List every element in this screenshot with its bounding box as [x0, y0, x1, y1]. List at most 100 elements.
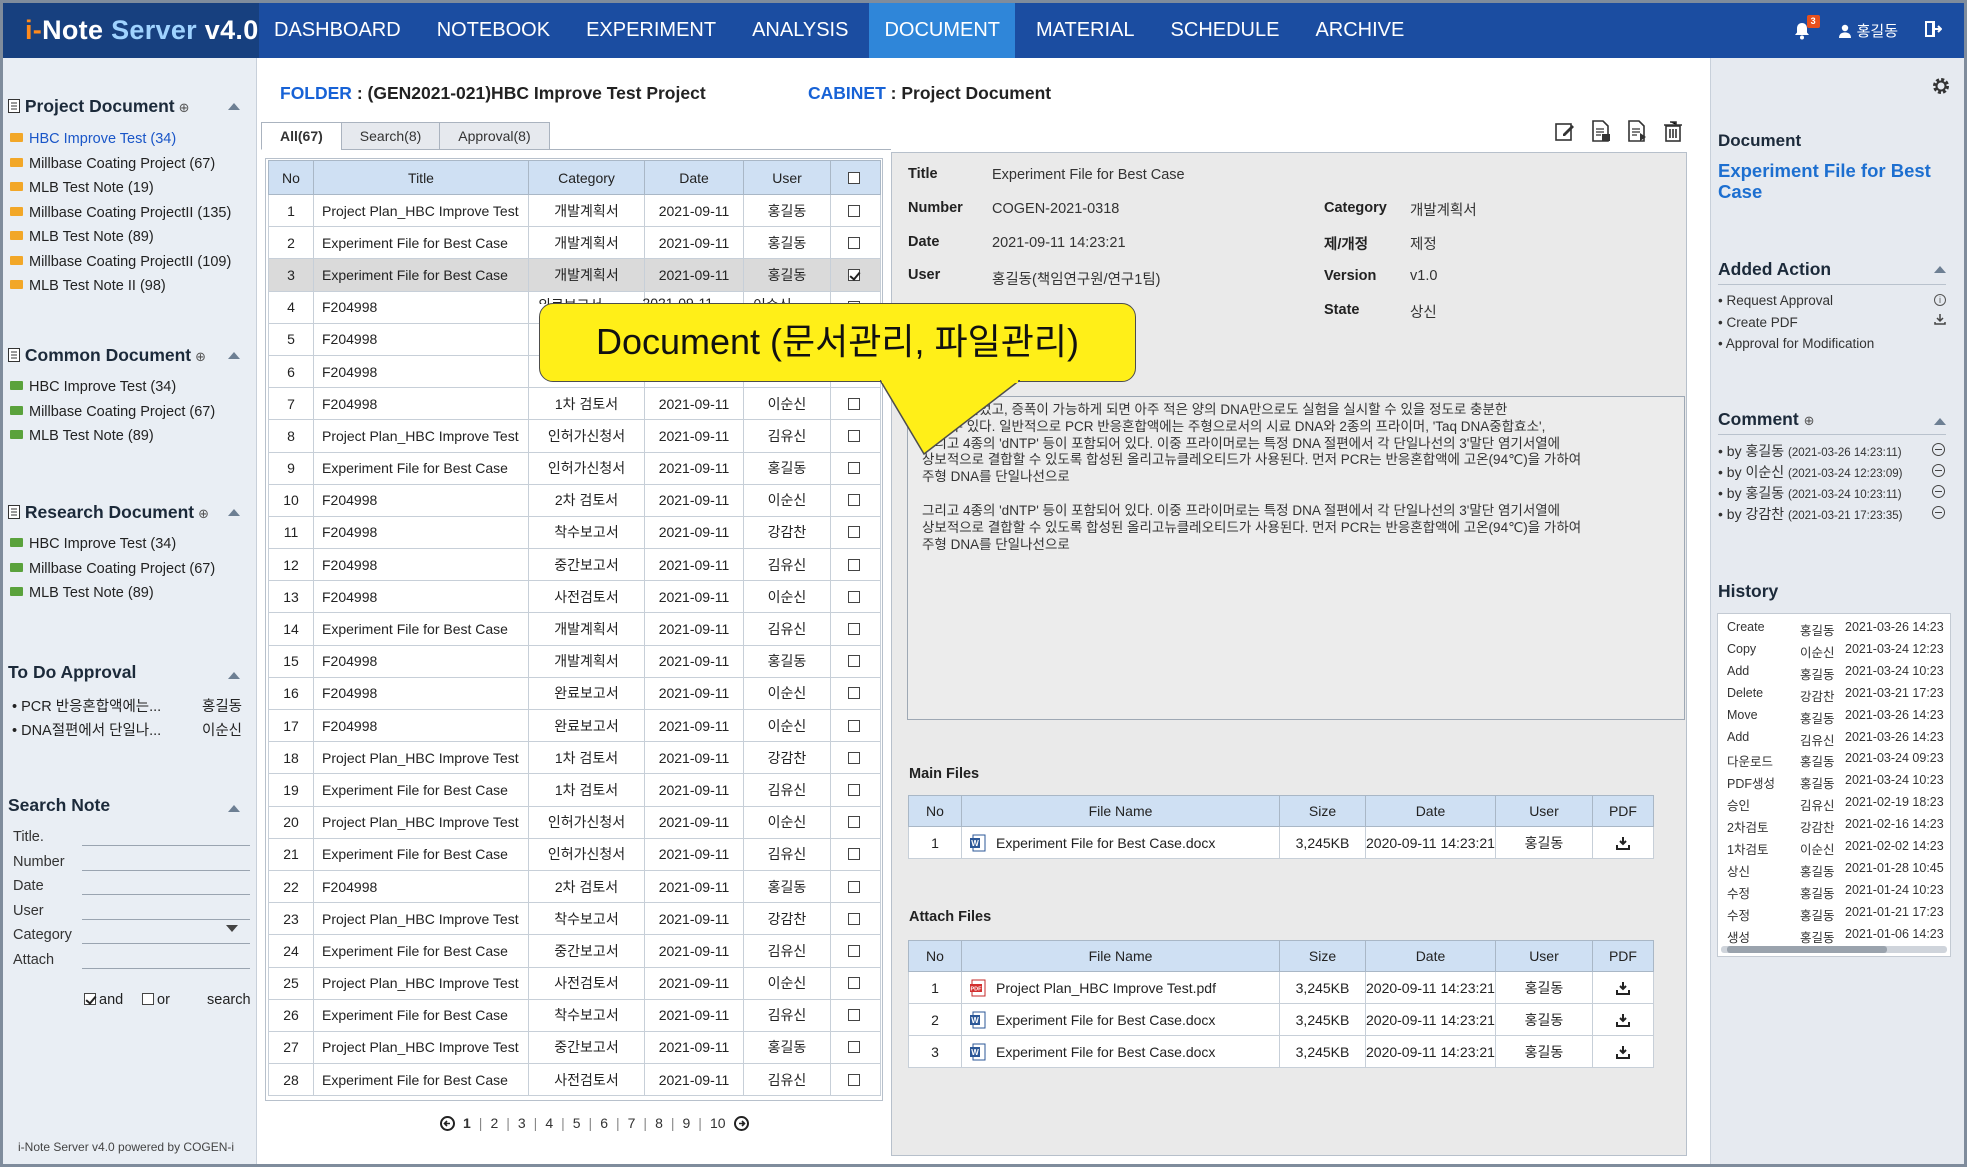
page-link[interactable]: 3: [518, 1115, 526, 1131]
folder-item[interactable]: HBC Improve Test (34): [10, 379, 176, 395]
table-row[interactable]: 21 Experiment File for Best Case 인허가신청서 202…: [268, 837, 881, 871]
row-checkbox[interactable]: [848, 848, 860, 861]
logout-icon[interactable]: [1924, 20, 1943, 42]
row-title[interactable]: F204998: [313, 644, 529, 678]
download-icon[interactable]: [1615, 981, 1631, 997]
row-checkbox[interactable]: [848, 751, 860, 764]
scrollbar-thumb[interactable]: [1727, 946, 1887, 953]
table-row[interactable]: 17 F204998 완료보고서 2021-09-11 이순신: [268, 708, 881, 743]
page-link[interactable]: 9: [683, 1115, 691, 1131]
tab-search[interactable]: Search(8): [340, 122, 441, 150]
row-select[interactable]: [830, 805, 881, 839]
table-row[interactable]: 23 Project Plan_HBC Improve Test 착수보고서 2021…: [268, 902, 881, 936]
row-checkbox[interactable]: [848, 558, 860, 571]
row-title[interactable]: Experiment File for Best Case: [313, 1063, 529, 1097]
and-checkbox[interactable]: [84, 993, 96, 1005]
row-title[interactable]: Experiment File for Best Case: [313, 837, 529, 871]
action-item[interactable]: • Request Approval: [1718, 293, 1833, 308]
row-select[interactable]: [830, 515, 881, 550]
row-checkbox[interactable]: [848, 236, 860, 249]
nav-schedule[interactable]: SCHEDULE: [1156, 3, 1295, 58]
row-checkbox[interactable]: [848, 204, 860, 217]
folder-item[interactable]: MLB Test Note II (98): [10, 278, 166, 294]
row-title[interactable]: Project Plan_HBC Improve Test: [313, 419, 529, 453]
user-menu[interactable]: 홍길동: [1838, 20, 1898, 41]
search-field-input[interactable]: [82, 845, 250, 846]
row-title[interactable]: F204998: [313, 676, 529, 711]
folder-item[interactable]: MLB Test Note (89): [10, 428, 154, 444]
page-link[interactable]: 4: [545, 1115, 553, 1131]
table-row[interactable]: 13 F204998 사전검토서 2021-09-11 이순신: [268, 580, 881, 614]
next-page-icon[interactable]: [733, 1115, 749, 1131]
row-title[interactable]: F204998: [313, 708, 529, 743]
row-checkbox[interactable]: [848, 816, 860, 829]
row-title[interactable]: Experiment File for Best Case: [313, 226, 529, 260]
column-header[interactable]: User: [743, 160, 831, 195]
row-select[interactable]: [830, 226, 881, 260]
row-select[interactable]: [830, 869, 881, 904]
row-checkbox[interactable]: [848, 268, 860, 281]
remove-comment-icon[interactable]: [1932, 464, 1945, 477]
row-checkbox[interactable]: [848, 462, 860, 475]
folder-item[interactable]: MLB Test Note (19): [10, 180, 154, 196]
row-select[interactable]: [830, 902, 881, 936]
collapse-common-icon[interactable]: [228, 352, 240, 359]
row-title[interactable]: F204998: [313, 515, 529, 550]
file-name-cell[interactable]: W Experiment File for Best Case.docx: [961, 1035, 1280, 1068]
row-checkbox[interactable]: [848, 526, 860, 539]
folder-item[interactable]: Millbase Coating Project (67): [10, 561, 215, 577]
and-option[interactable]: and: [84, 992, 123, 1008]
file-name[interactable]: Experiment File for Best Case.docx: [996, 835, 1215, 851]
pdf-download-cell[interactable]: [1591, 1035, 1654, 1068]
table-row[interactable]: 9 Experiment File for Best Case 인허가신청서 2021…: [268, 451, 881, 485]
row-title[interactable]: Experiment File for Best Case: [313, 934, 529, 968]
history-scrollbar[interactable]: [1721, 946, 1947, 953]
copy-document-icon[interactable]: [1626, 120, 1648, 142]
table-row[interactable]: 12 F204998 중간보고서 2021-09-11 김유신: [268, 548, 881, 582]
row-title[interactable]: F204998: [313, 387, 529, 421]
row-title[interactable]: Experiment File for Best Case: [313, 773, 529, 807]
nav-analysis[interactable]: ANALYSIS: [737, 3, 863, 58]
table-row[interactable]: 28 Experiment File for Best Case 사전검토서 2021…: [268, 1063, 881, 1097]
comment-item[interactable]: • by 홍길동 (2021-03-24 10:23:11): [1718, 483, 1945, 503]
remove-comment-icon[interactable]: [1932, 443, 1945, 456]
row-checkbox[interactable]: [848, 655, 860, 668]
file-name-cell[interactable]: W Experiment File for Best Case.docx: [961, 826, 1280, 859]
collapse-todo-icon[interactable]: [228, 672, 240, 679]
row-title[interactable]: Experiment File for Best Case: [313, 258, 529, 292]
row-select[interactable]: [830, 708, 881, 743]
row-select[interactable]: [830, 998, 881, 1032]
search-field-input[interactable]: [82, 967, 250, 969]
file-name[interactable]: Experiment File for Best Case.docx: [996, 1044, 1215, 1060]
table-row[interactable]: 14 Experiment File for Best Case 개발계획서 2021…: [268, 612, 881, 646]
table-row[interactable]: 18 Project Plan_HBC Improve Test 1차 검토서 202…: [268, 741, 881, 775]
table-row[interactable]: 2 Experiment File for Best Case 개발계획서 2021-…: [268, 226, 881, 260]
remove-comment-icon[interactable]: [1932, 506, 1945, 519]
page-link[interactable]: 2: [490, 1115, 498, 1131]
info-icon[interactable]: i: [1934, 294, 1946, 306]
search-field-input[interactable]: [82, 894, 250, 895]
tab-approval[interactable]: Approval(8): [439, 122, 550, 150]
row-select[interactable]: [830, 193, 881, 228]
or-option[interactable]: or: [142, 992, 170, 1008]
row-title[interactable]: F204998: [313, 483, 529, 517]
row-title[interactable]: F204998: [313, 580, 529, 614]
select-all-header[interactable]: [830, 160, 881, 195]
remove-comment-icon[interactable]: [1932, 485, 1945, 498]
download-pdf-icon[interactable]: [1934, 313, 1946, 329]
folder-item[interactable]: Millbase Coating Project (67): [10, 156, 215, 172]
row-checkbox[interactable]: [848, 1009, 860, 1022]
page-link[interactable]: 10: [710, 1115, 726, 1131]
nav-notebook[interactable]: NOTEBOOK: [422, 3, 565, 58]
row-select[interactable]: [830, 548, 881, 582]
download-icon[interactable]: [1615, 836, 1631, 852]
pdf-download-cell[interactable]: [1591, 1003, 1654, 1036]
file-name-cell[interactable]: PDF Project Plan_HBC Improve Test.pdf: [961, 971, 1280, 1004]
collapse-project-icon[interactable]: [228, 103, 240, 110]
table-row[interactable]: 27 Project Plan_HBC Improve Test 중간보고서 2021…: [268, 1030, 881, 1065]
column-header[interactable]: No: [268, 160, 314, 195]
table-row[interactable]: 8 Project Plan_HBC Improve Test 인허가신청서 2021…: [268, 419, 881, 453]
page-link[interactable]: 7: [628, 1115, 636, 1131]
collapse-search-icon[interactable]: [228, 805, 240, 812]
search-field-input[interactable]: [82, 943, 250, 944]
